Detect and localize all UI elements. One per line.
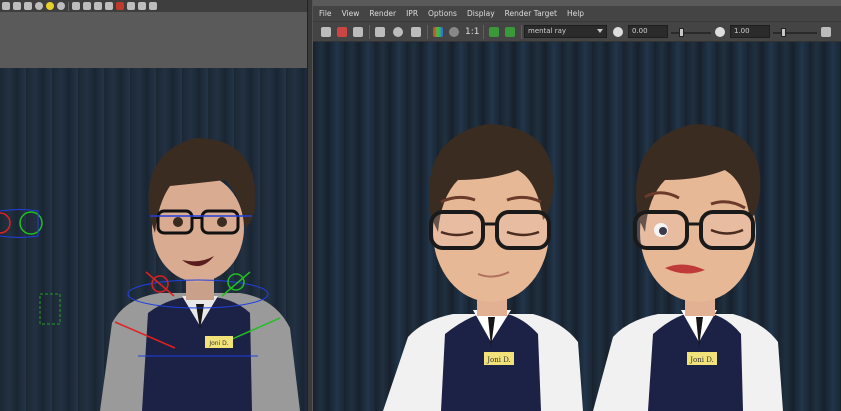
gamma-slider-track[interactable]	[773, 32, 817, 34]
frame-icon[interactable]	[94, 2, 102, 10]
snap-icon[interactable]	[105, 2, 113, 10]
render-image-svg: Joni D. Joni D.	[383, 124, 783, 411]
character-2-glasses-right	[699, 210, 755, 250]
character-1-glasses-left	[429, 210, 485, 250]
toolbar-separator	[369, 25, 370, 39]
render-character-1: Joni D.	[383, 124, 583, 411]
character-1-glasses-right	[495, 210, 551, 250]
menu-display[interactable]: Display	[467, 9, 495, 18]
refresh-icon[interactable]	[391, 25, 405, 39]
sphere-icon[interactable]	[35, 2, 43, 10]
joint-icon[interactable]	[149, 2, 157, 10]
grid-icon[interactable]	[83, 2, 91, 10]
character-2-pupil-left	[659, 227, 667, 235]
viewport-panel[interactable]: Joni D.	[0, 0, 307, 411]
cube-icon[interactable]	[13, 2, 21, 10]
checker-icon[interactable]	[24, 2, 32, 10]
menu-view[interactable]: View	[342, 9, 360, 18]
menu-ipr[interactable]: IPR	[406, 9, 418, 18]
render-region-icon[interactable]	[335, 25, 349, 39]
menu-render[interactable]: Render	[369, 9, 396, 18]
render-view-toolbar: 1:1 mental ray 0.00 1.00	[313, 21, 841, 42]
remove-image-icon[interactable]	[503, 25, 517, 39]
ipr-icon[interactable]	[373, 25, 387, 39]
xray-icon[interactable]	[127, 2, 135, 10]
rig-name-badge-text: Joni D.	[208, 340, 228, 347]
menu-options[interactable]: Options	[428, 9, 457, 18]
toolbar-separator	[521, 25, 522, 39]
gamma-field[interactable]: 1.00	[730, 25, 770, 38]
viewport-toolbar	[0, 0, 307, 12]
render-image-area[interactable]: Joni D. Joni D.	[313, 42, 841, 411]
isolate-icon[interactable]	[116, 2, 124, 10]
shade-icon[interactable]	[57, 2, 65, 10]
rgb-channels-icon[interactable]	[431, 25, 445, 39]
character-1-badge-text: Joni D.	[486, 356, 511, 364]
render-character-2: Joni D.	[593, 124, 783, 411]
gamma-slider-handle[interactable]	[781, 28, 786, 37]
toolbar-separator	[427, 25, 428, 39]
rig-control-eye-target[interactable]	[19, 211, 43, 235]
exposure-slider-track[interactable]	[671, 32, 711, 34]
renderer-dropdown-value: mental ray	[528, 27, 567, 35]
rig-scene-svg: Joni D.	[0, 138, 300, 411]
menu-file[interactable]: File	[319, 9, 332, 18]
render-view-menubar: File View Render IPR Options Display Ren…	[313, 6, 841, 21]
redo-render-icon[interactable]	[319, 25, 333, 39]
alpha-channel-icon[interactable]	[447, 25, 461, 39]
gamma-icon[interactable]	[713, 25, 727, 39]
render-view-window: File View Render IPR Options Display Ren…	[313, 0, 841, 411]
viewport-scene[interactable]: Joni D.	[0, 68, 307, 411]
rig-eye-right	[217, 217, 227, 227]
viewport-header-area	[0, 12, 307, 68]
chevron-down-icon	[597, 29, 603, 33]
rig-eye-left	[173, 217, 183, 227]
rig-control-eye-left-target[interactable]	[0, 212, 11, 234]
color-management-icon[interactable]	[819, 25, 833, 39]
rig-control-panel[interactable]	[39, 293, 61, 325]
exposure-icon[interactable]	[611, 25, 625, 39]
snapshot-icon[interactable]	[351, 25, 365, 39]
camera-icon[interactable]	[72, 2, 80, 10]
wireframe-icon[interactable]	[138, 2, 146, 10]
renderer-dropdown[interactable]: mental ray	[524, 25, 607, 38]
toolbar-separator	[483, 25, 484, 39]
exposure-slider-handle[interactable]	[679, 28, 684, 37]
toolbar-separator	[68, 1, 69, 11]
exposure-field[interactable]: 0.00	[628, 25, 668, 38]
light-icon[interactable]	[46, 2, 54, 10]
maya-workspace: Joni D. File View Render IPR Options Dis…	[0, 0, 841, 411]
menu-render-target[interactable]: Render Target	[505, 9, 557, 18]
character-2-badge-text: Joni D.	[689, 356, 714, 364]
select-icon[interactable]	[2, 2, 10, 10]
keep-image-icon[interactable]	[487, 25, 501, 39]
settings-icon[interactable]	[409, 25, 423, 39]
menu-help[interactable]: Help	[567, 9, 584, 18]
real-size-button[interactable]: 1:1	[465, 25, 479, 39]
